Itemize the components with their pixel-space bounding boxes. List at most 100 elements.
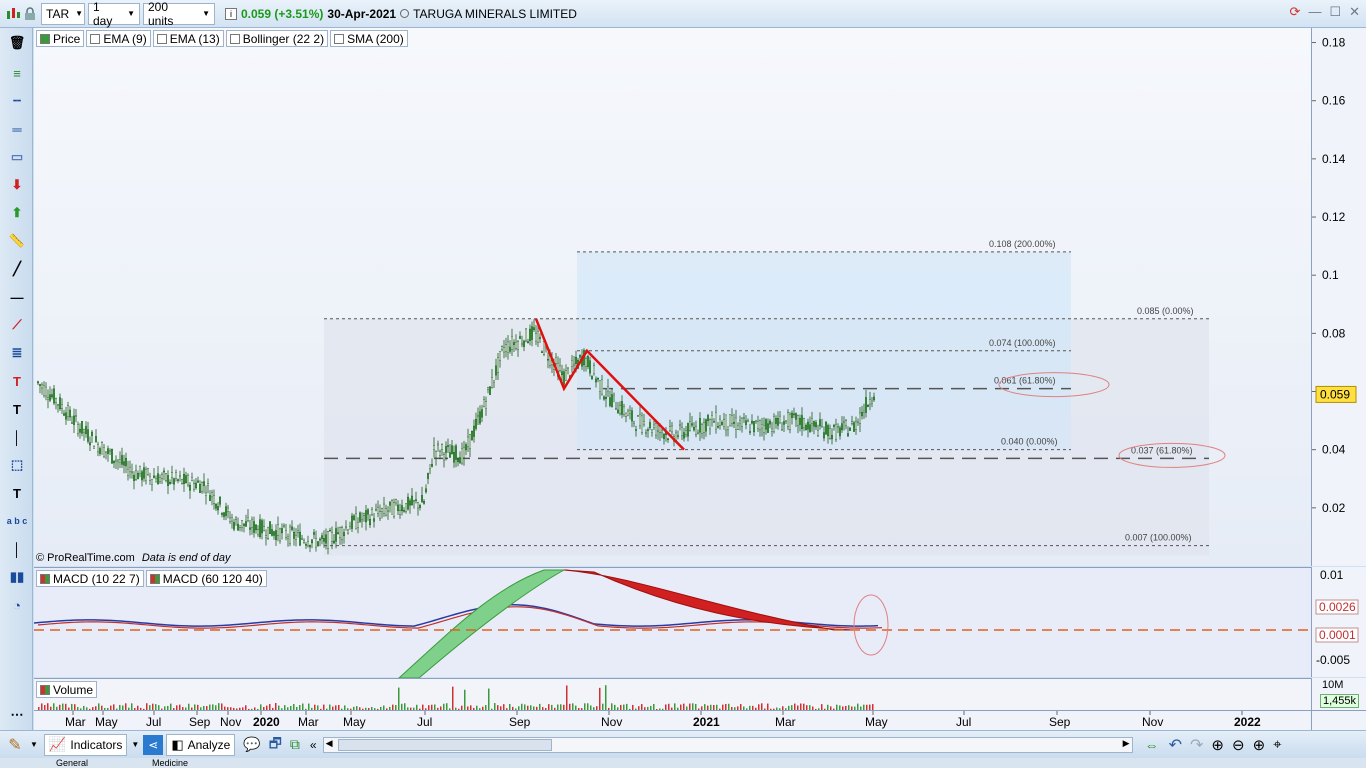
- candle-body: [104, 451, 107, 453]
- redo-icon[interactable]: ↷: [1190, 735, 1203, 755]
- window-icon[interactable]: 🗗: [269, 733, 282, 757]
- bars-icon[interactable]: ▮▮: [4, 566, 30, 588]
- candle-body: [212, 495, 215, 504]
- volume-bar: [566, 685, 568, 711]
- zoom-fit-icon[interactable]: ⇔: [1145, 737, 1159, 753]
- scroll-right-icon[interactable]: ▶: [1123, 738, 1130, 749]
- undo-icon[interactable]: ↶: [1169, 735, 1182, 755]
- candle-body: [657, 430, 660, 432]
- trash-icon[interactable]: 🗑: [4, 32, 30, 54]
- legend-item-3[interactable]: Bollinger (22 2): [225, 30, 329, 47]
- ticker-select[interactable]: TAR ▼: [41, 2, 85, 25]
- chevron-down-icon[interactable]: ▼: [30, 740, 38, 749]
- scroll-left-fast-icon[interactable]: «: [310, 738, 317, 752]
- candle-body: [38, 384, 41, 386]
- chevron-down-icon[interactable]: ▼: [131, 740, 139, 749]
- candle-body: [264, 535, 267, 539]
- candle-body: [65, 412, 68, 420]
- candle-body: [617, 409, 620, 414]
- price-tick-label: 0.1: [1322, 268, 1339, 282]
- analyze-button[interactable]: ◧ Analyze: [166, 733, 236, 756]
- macd-pane[interactable]: MACD (10 22 7) MACD (60 120 40): [33, 567, 1311, 679]
- units-select[interactable]: 200 units ▼: [143, 0, 215, 28]
- macd-legend-item-0[interactable]: MACD (10 22 7): [36, 570, 144, 587]
- zoom-out-icon[interactable]: ⊖: [1232, 736, 1245, 754]
- scroll-left-icon[interactable]: ◀: [326, 738, 333, 749]
- candle-body: [443, 454, 446, 461]
- vline2-icon[interactable]: │: [4, 538, 30, 560]
- candle-body: [367, 509, 370, 515]
- macd-legend-item-1[interactable]: MACD (60 120 40): [145, 570, 267, 587]
- legend-item-1[interactable]: EMA (9): [86, 30, 151, 47]
- rectangle-icon[interactable]: ▭: [4, 146, 30, 168]
- zoom-in-icon[interactable]: ⊕: [1253, 736, 1266, 754]
- channel-icon[interactable]: ═: [4, 118, 30, 140]
- price-axis[interactable]: 0.180.160.140.120.10.080.060.040.020.059: [1311, 28, 1366, 566]
- price-chart-pane[interactable]: Price EMA (9) EMA (13) Bollinger (22 2) SMA …: [34, 28, 1311, 566]
- legend-item-0[interactable]: Price: [36, 30, 85, 47]
- candle-body: [266, 526, 269, 539]
- candle-body: [453, 452, 456, 463]
- candle-body: [547, 359, 550, 361]
- zoom-area-icon[interactable]: ⊕: [1211, 736, 1224, 754]
- legend-label: Price: [53, 31, 81, 46]
- scroll-thumb[interactable]: [337, 738, 552, 751]
- comment-icon[interactable]: 💬: [243, 736, 260, 753]
- interval-select[interactable]: 1 day ▼: [88, 0, 140, 28]
- ruler-icon[interactable]: 📏: [4, 230, 30, 252]
- arrow-up-icon[interactable]: ⬆: [4, 202, 30, 224]
- candle-body: [433, 445, 436, 451]
- candle-body: [284, 530, 287, 538]
- text-red-icon[interactable]: T: [4, 370, 30, 392]
- arrow-down-icon[interactable]: ⬇: [4, 174, 30, 196]
- close-icon[interactable]: ✕: [1349, 4, 1360, 20]
- crosshair-icon[interactable]: ⌖: [1273, 736, 1281, 753]
- horizontal-line-icon[interactable]: ≡: [4, 62, 30, 84]
- status-tab-medicine[interactable]: Medicine: [152, 758, 188, 768]
- legend-item-4[interactable]: SMA (200): [330, 30, 408, 47]
- time-axis[interactable]: Mar May Jul Sep Nov 2020 Mar May Jul Sep Nov 2021 Ma…: [34, 710, 1311, 730]
- chart-add-icon[interactable]: ⧉: [290, 736, 300, 753]
- horizontal-scrollbar[interactable]: ◀ ▶: [322, 736, 1133, 753]
- hline-icon[interactable]: —: [4, 286, 30, 308]
- indicators-button[interactable]: 📈 Indicators: [43, 733, 128, 756]
- fibonacci-icon[interactable]: ≣: [4, 342, 30, 364]
- candle-body: [325, 534, 328, 544]
- legend-item-2[interactable]: EMA (13): [152, 30, 224, 47]
- dashed-line-icon[interactable]: ╌: [4, 90, 30, 112]
- macd-axis[interactable]: 0.01 -0.005 0.0026 0.0001: [1311, 567, 1366, 677]
- candle-body: [162, 470, 165, 473]
- volume-chart: [38, 685, 874, 711]
- minimize-icon[interactable]: —: [1308, 4, 1321, 20]
- volume-pane[interactable]: Volume: [34, 678, 1311, 711]
- candle-body: [803, 418, 806, 428]
- candle-body: [413, 500, 416, 502]
- time-tick-label: Sep: [189, 715, 211, 729]
- line-icon[interactable]: ╱: [4, 258, 30, 280]
- vline-icon[interactable]: │: [4, 426, 30, 448]
- text-bold-icon[interactable]: T: [4, 482, 30, 504]
- maximize-icon[interactable]: ☐: [1329, 4, 1341, 20]
- candle-body: [757, 421, 760, 429]
- wave-label-icon[interactable]: a b c: [4, 510, 30, 532]
- candle-body: [645, 432, 648, 434]
- candle-body: [254, 524, 257, 531]
- candle-body: [613, 392, 616, 396]
- more-icon[interactable]: ⋯: [4, 704, 30, 726]
- box-icon[interactable]: ⬚: [4, 454, 30, 476]
- volume-axis[interactable]: 10M 1,455k: [1311, 678, 1366, 710]
- text-icon[interactable]: T: [4, 398, 30, 420]
- lock-icon[interactable]: [22, 5, 38, 23]
- candle-body: [689, 421, 692, 431]
- segment-icon[interactable]: ⟋: [4, 314, 30, 336]
- gauge-icon[interactable]: ◔: [4, 594, 30, 616]
- candle-body: [353, 515, 356, 520]
- status-tab-general[interactable]: General: [56, 758, 88, 768]
- sync-icon[interactable]: ⟳: [1290, 4, 1301, 20]
- pencil-icon[interactable]: ✎: [0, 735, 30, 755]
- legend-volume[interactable]: Volume: [36, 681, 98, 698]
- chart-type-icon[interactable]: [4, 5, 22, 23]
- share-icon[interactable]: ⋖: [143, 734, 164, 755]
- info-icon[interactable]: i: [225, 7, 237, 20]
- candle-body: [579, 354, 582, 358]
